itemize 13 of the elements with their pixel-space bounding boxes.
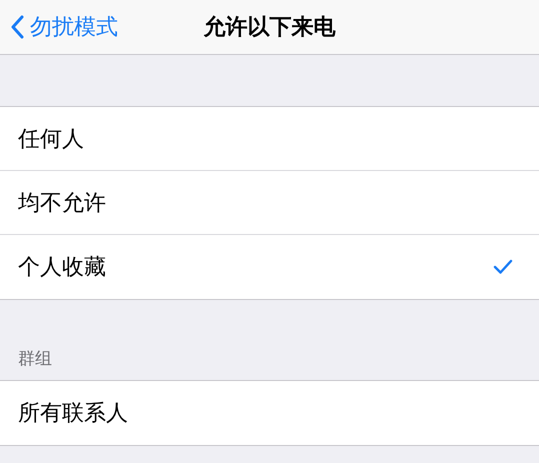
option-row[interactable]: 所有联系人	[0, 381, 539, 445]
screen-title: 允许以下来电	[204, 14, 336, 42]
option-row[interactable]: 个人收藏	[0, 235, 539, 299]
option-label: 均不允许	[18, 190, 106, 218]
option-row[interactable]: 任何人	[0, 107, 539, 171]
option-label: 个人收藏	[18, 254, 106, 282]
option-label: 所有联系人	[18, 400, 128, 428]
back-chevron-icon	[10, 15, 24, 39]
section-header: 群组	[18, 348, 52, 370]
checkmark-icon	[493, 259, 513, 275]
back-button[interactable]: 勿扰模式	[0, 12, 118, 42]
option-row[interactable]: 均不允许	[0, 171, 539, 235]
option-label: 任何人	[18, 126, 84, 154]
